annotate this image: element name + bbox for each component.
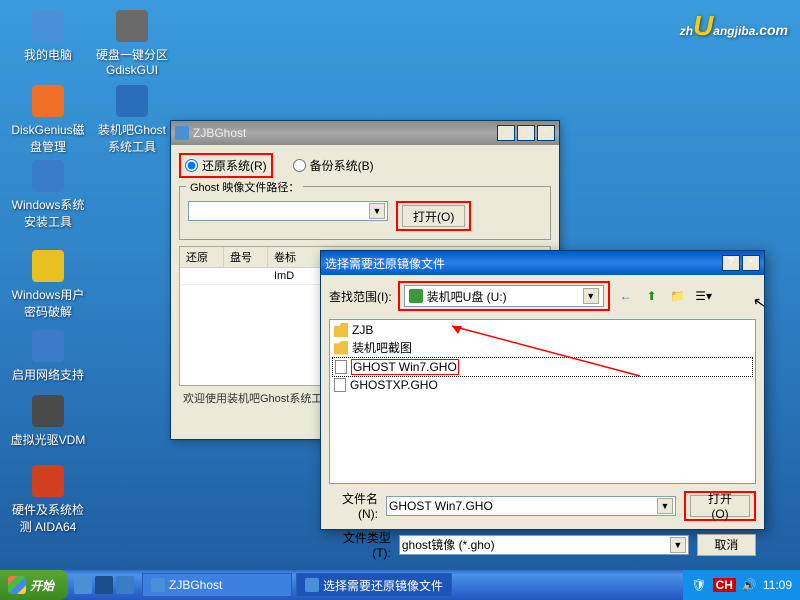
system-tray: 🛡 CH 🔊 11:09 — [683, 570, 800, 600]
file-icon — [334, 378, 346, 392]
desktop-icon[interactable]: 硬盘一键分区GdiskGUI — [94, 10, 170, 77]
file-item[interactable]: 装机吧截图 — [332, 338, 753, 357]
chevron-down-icon[interactable]: ▼ — [670, 537, 686, 553]
icon-label: 硬件及系统检测 AIDA64 — [10, 501, 86, 535]
desktop-icon[interactable]: 我的电脑 — [10, 10, 86, 63]
task-label: ZJBGhost — [169, 578, 222, 592]
filename-label: 文件名(N): — [329, 490, 378, 521]
desktop-icon[interactable]: Windows系统安装工具 — [10, 160, 86, 230]
app-icon — [32, 250, 64, 282]
titlebar[interactable]: ZJBGhost _ □ × — [171, 121, 559, 145]
back-icon[interactable]: ← — [616, 286, 636, 306]
app-icon — [175, 126, 189, 140]
help-button[interactable]: ? — [722, 255, 740, 271]
file-icon — [335, 360, 347, 374]
icon-label: 硬盘一键分区GdiskGUI — [94, 46, 170, 77]
up-icon[interactable]: ⬆ — [642, 286, 662, 306]
dialog-title: 选择需要还原镜像文件 — [325, 255, 722, 272]
icon-label: 启用网络支持 — [10, 366, 86, 383]
taskbar: 开始 ZJBGhost 选择需要还原镜像文件 🛡 CH 🔊 11:09 — [0, 570, 800, 600]
tray-icon[interactable]: 🔊 — [742, 578, 757, 592]
ql-icon[interactable] — [95, 576, 113, 594]
open-button[interactable]: 打开(O) — [402, 205, 465, 227]
file-list[interactable]: ZJB 装机吧截图 GHOST Win7.GHO GHOSTXP.GHO — [329, 319, 756, 484]
folder-icon — [334, 323, 348, 337]
chevron-down-icon[interactable]: ▼ — [657, 498, 673, 514]
task-icon — [151, 578, 165, 592]
tray-icon[interactable]: 🛡 — [691, 578, 706, 592]
app-icon — [116, 10, 148, 42]
maximize-button[interactable]: □ — [517, 125, 535, 141]
app-icon — [116, 85, 148, 117]
file-name: GHOST Win7.GHO — [351, 359, 459, 375]
open-button-highlight: 打开(O) — [684, 491, 756, 521]
task-icon — [305, 578, 319, 592]
app-icon — [32, 10, 64, 42]
desktop-icon[interactable]: DiskGenius磁盘管理 — [10, 85, 86, 155]
file-name: 装机吧截图 — [352, 339, 412, 356]
app-icon — [32, 160, 64, 192]
close-button[interactable]: × — [537, 125, 555, 141]
cursor-icon: ↖ — [751, 292, 768, 314]
chevron-down-icon[interactable]: ▼ — [369, 203, 385, 219]
group-label: Ghost 映像文件路径： — [186, 179, 303, 195]
file-name: GHOSTXP.GHO — [350, 378, 438, 392]
desktop-icon[interactable]: 虚拟光驱VDM — [10, 395, 86, 448]
desktop-icon[interactable]: 启用网络支持 — [10, 330, 86, 383]
start-button[interactable]: 开始 — [0, 570, 68, 600]
app-icon — [32, 330, 64, 362]
file-item[interactable]: ZJB — [332, 322, 753, 338]
file-item[interactable]: GHOST Win7.GHO — [332, 357, 753, 377]
desktop-icon[interactable]: 硬件及系统检测 AIDA64 — [10, 465, 86, 535]
image-path-combo[interactable]: ▼ — [188, 201, 388, 221]
quick-launch — [74, 576, 134, 594]
app-icon — [32, 85, 64, 117]
open-button[interactable]: 打开(O) — [690, 495, 750, 517]
view-menu-icon[interactable]: ☰▾ — [694, 286, 714, 306]
chevron-down-icon[interactable]: ▼ — [583, 288, 599, 304]
icon-label: 我的电脑 — [10, 46, 86, 63]
task-label: 选择需要还原镜像文件 — [323, 577, 443, 594]
window-title: ZJBGhost — [193, 126, 497, 140]
restore-radio[interactable]: 还原系统(R) — [185, 157, 267, 174]
filename-input[interactable]: GHOST Win7.GHO▼ — [386, 496, 676, 516]
drive-combo[interactable]: 装机吧U盘 (U:) ▼ — [404, 285, 604, 307]
open-button-highlight: 打开(O) — [396, 201, 471, 231]
folder-icon — [334, 341, 348, 355]
restore-radio-highlight: 还原系统(R) — [179, 153, 273, 178]
windows-logo-icon — [8, 576, 26, 594]
watermark-logo: zhUangjiba.com — [680, 10, 788, 42]
taskbar-task[interactable]: ZJBGhost — [142, 573, 292, 597]
app-icon — [32, 395, 64, 427]
file-open-dialog: 选择需要还原镜像文件 ? × 查找范围(I): 装机吧U盘 (U:) ▼ ← ⬆… — [320, 250, 765, 530]
icon-label: Windows系统安装工具 — [10, 196, 86, 230]
desktop-icon[interactable]: Windows用户密码破解 — [10, 250, 86, 320]
ql-icon[interactable] — [74, 576, 92, 594]
icon-label: 装机吧Ghost系统工具 — [94, 121, 170, 155]
backup-radio[interactable]: 备份系统(B) — [293, 153, 374, 178]
taskbar-task[interactable]: 选择需要还原镜像文件 — [296, 573, 452, 597]
file-highlight: GHOST Win7.GHO — [351, 359, 459, 375]
filetype-label: 文件类型(T): — [329, 529, 391, 560]
lookup-label: 查找范围(I): — [329, 288, 392, 305]
close-button[interactable]: × — [742, 255, 760, 271]
cancel-button[interactable]: 取消 — [697, 534, 756, 556]
icon-label: 虚拟光驱VDM — [10, 431, 86, 448]
file-name: ZJB — [352, 323, 373, 337]
language-indicator[interactable]: CH — [713, 578, 736, 592]
drive-combo-highlight: 装机吧U盘 (U:) ▼ — [398, 281, 610, 311]
drive-icon — [409, 289, 423, 303]
icon-label: Windows用户密码破解 — [10, 286, 86, 320]
ql-icon[interactable] — [116, 576, 134, 594]
new-folder-icon[interactable]: 📁 — [668, 286, 688, 306]
minimize-button[interactable]: _ — [497, 125, 515, 141]
file-item[interactable]: GHOSTXP.GHO — [332, 377, 753, 393]
titlebar[interactable]: 选择需要还原镜像文件 ? × — [321, 251, 764, 275]
icon-label: DiskGenius磁盘管理 — [10, 121, 86, 155]
filetype-combo[interactable]: ghost镜像 (*.gho)▼ — [399, 535, 689, 555]
clock[interactable]: 11:09 — [763, 578, 792, 592]
app-icon — [32, 465, 64, 497]
desktop-icon[interactable]: 装机吧Ghost系统工具 — [94, 85, 170, 155]
